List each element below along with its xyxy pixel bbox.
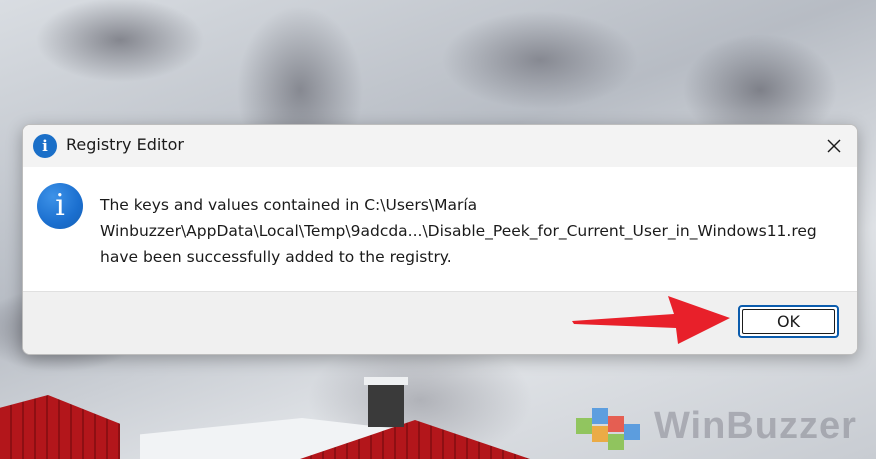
red-house-left <box>0 395 120 459</box>
info-icon: i <box>37 183 83 229</box>
winbuzzer-watermark: WinBuzzer <box>576 396 857 456</box>
dialog-title: Registry Editor <box>66 135 184 154</box>
ok-button[interactable]: OK <box>738 305 839 338</box>
info-icon: i <box>33 134 57 158</box>
dialog-content: i The keys and values contained in C:\Us… <box>23 167 857 291</box>
dialog-titlebar[interactable]: i Registry Editor <box>23 125 857 167</box>
close-button[interactable] <box>811 125 857 167</box>
close-icon <box>827 139 841 153</box>
chimney-snow-cap <box>364 377 408 385</box>
dialog-message: The keys and values contained in C:\User… <box>100 196 817 266</box>
winbuzzer-logo-icon <box>576 400 646 452</box>
red-arrow-icon <box>572 296 730 344</box>
chimney <box>368 383 404 427</box>
watermark-text: WinBuzzer <box>654 404 857 447</box>
